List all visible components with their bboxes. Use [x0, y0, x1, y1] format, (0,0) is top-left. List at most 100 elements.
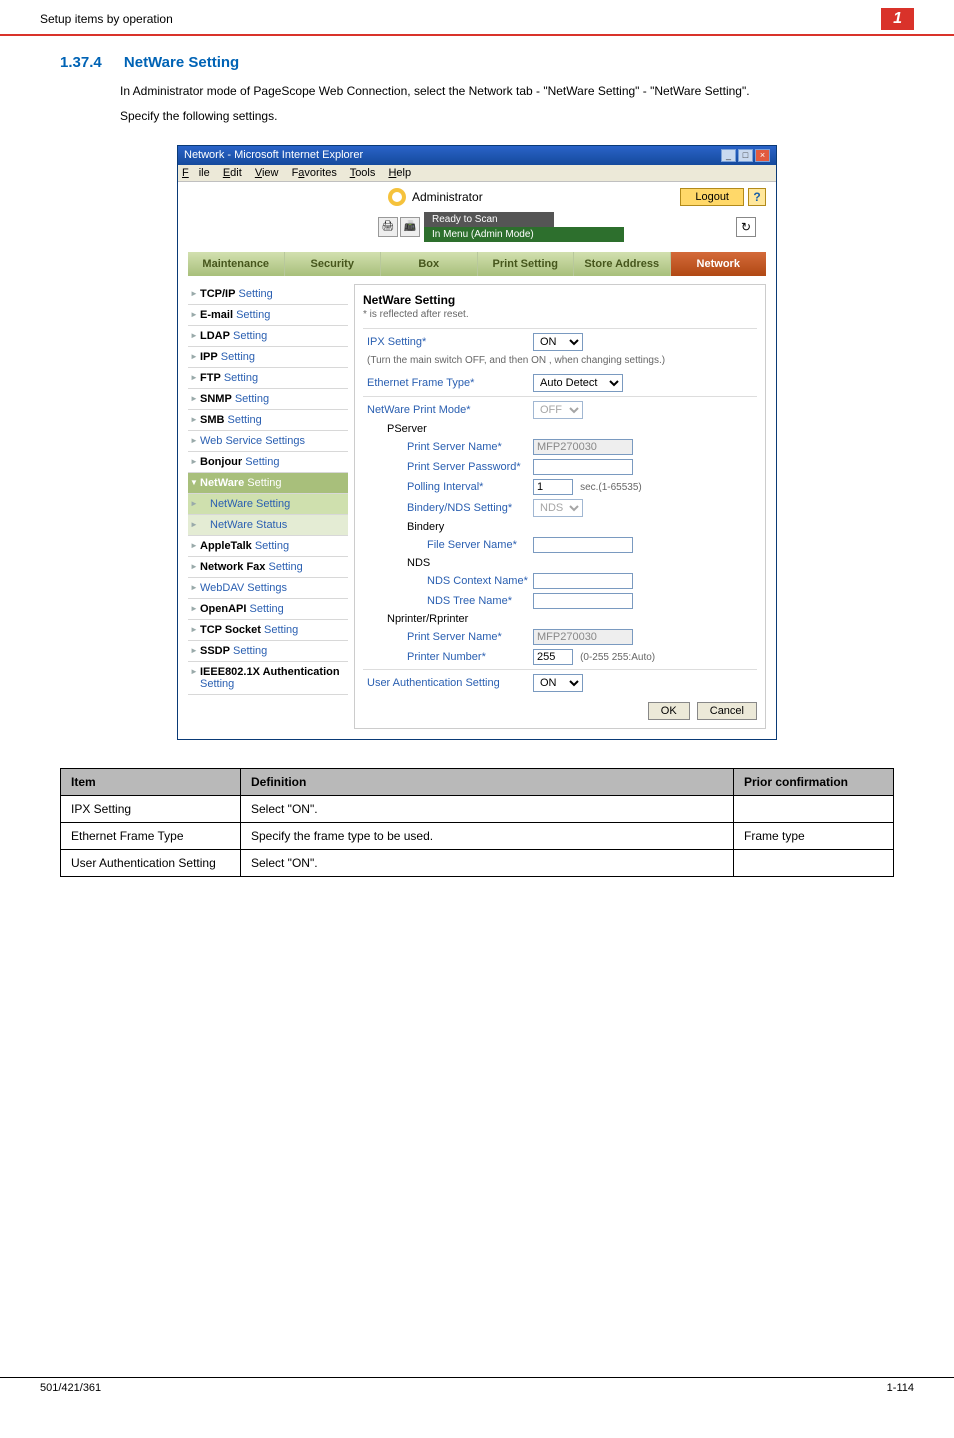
fsn-input[interactable] [533, 537, 633, 553]
nav-snmp[interactable]: SNMP Setting [188, 389, 348, 410]
maximize-button[interactable]: □ [738, 149, 753, 162]
ok-button[interactable]: OK [648, 702, 690, 720]
npm-select[interactable]: OFF [533, 401, 583, 419]
status-row: 🖨 📠 Ready to Scan In Menu (Admin Mode) ↻ [378, 212, 766, 242]
pnum-hint: (0-255 255:Auto) [580, 652, 655, 663]
uas-select[interactable]: ON [533, 674, 583, 692]
nav-ssdp[interactable]: SSDP Setting [188, 641, 348, 662]
app-content: Administrator Logout ? 🖨 📠 Ready to Scan… [178, 182, 776, 729]
menu-tools[interactable]: Tools [350, 167, 376, 179]
def-th-prior: Prior confirmation [734, 768, 894, 795]
nav-ftp[interactable]: FTP Setting [188, 368, 348, 389]
intro-paragraph-2: Specify the following settings. [0, 104, 954, 129]
nav-ftp-b: Setting [224, 372, 258, 384]
def-th-definition: Definition [241, 768, 734, 795]
nav-netware-status[interactable]: NetWare Status [188, 515, 348, 536]
nav-smb[interactable]: SMB Setting [188, 410, 348, 431]
section-name: NetWare Setting [124, 54, 239, 71]
pnum-label: Printer Number* [363, 651, 533, 663]
ready-scan-label: Ready to Scan [424, 212, 554, 227]
nav-netware[interactable]: NetWare Setting [188, 473, 348, 494]
nav-email[interactable]: E-mail Setting [188, 305, 348, 326]
ndscn-input[interactable] [533, 573, 633, 589]
nav-smb-a: SMB [200, 414, 224, 426]
def-cell-prior [734, 795, 894, 822]
nav-tcpsocket[interactable]: TCP Socket Setting [188, 620, 348, 641]
nav-ssdp-a: SSDP [200, 645, 230, 657]
def-cell-item: Ethernet Frame Type [61, 822, 241, 849]
ndstn-input[interactable] [533, 593, 633, 609]
nav-openapi[interactable]: OpenAPI Setting [188, 599, 348, 620]
tab-network[interactable]: Network [671, 252, 767, 276]
npm-label: NetWare Print Mode* [363, 404, 533, 416]
printer-status-icon: 🖨 [378, 217, 398, 237]
def-row: Ethernet Frame Type Specify the frame ty… [61, 822, 894, 849]
nav-networkfax[interactable]: Network Fax Setting [188, 557, 348, 578]
work-area: TCP/IP Setting E-mail Setting LDAP Setti… [188, 284, 766, 729]
nav-smb-b: Setting [228, 414, 262, 426]
nav-netware-setting[interactable]: NetWare Setting [188, 494, 348, 515]
nav-networkfax-a: Network Fax [200, 561, 265, 573]
nav-ieee8021x[interactable]: IEEE802.1X Authentication Setting [188, 662, 348, 695]
bns-label: Bindery/NDS Setting* [363, 502, 533, 514]
nds-label: NDS [363, 557, 533, 569]
nav-ipp[interactable]: IPP Setting [188, 347, 348, 368]
nav-bonjour-b: Setting [245, 456, 279, 468]
def-cell-prior: Frame type [734, 822, 894, 849]
def-cell-item: User Authentication Setting [61, 849, 241, 876]
window-controls: _ □ × [721, 149, 770, 162]
nav-openapi-b: Setting [250, 603, 284, 615]
minimize-button[interactable]: _ [721, 149, 736, 162]
nav-webdav[interactable]: WebDAV Settings [188, 578, 348, 599]
menu-edit[interactable]: Edit [223, 167, 242, 179]
nav-netware-setting-label: NetWare Setting [210, 498, 290, 510]
ipx-hint: (Turn the main switch OFF, and then ON ,… [363, 353, 757, 372]
nav-snmp-a: SNMP [200, 393, 232, 405]
cancel-button[interactable]: Cancel [697, 702, 757, 720]
nav-netware-a: NetWare [200, 477, 244, 489]
definition-table: Item Definition Prior confirmation IPX S… [60, 768, 894, 877]
bns-select[interactable]: NDS [533, 499, 583, 517]
bindery-label: Bindery [363, 521, 533, 533]
psn2-label: Print Server Name* [363, 631, 533, 643]
menu-file[interactable]: File [182, 167, 210, 179]
menu-help[interactable]: Help [388, 167, 411, 179]
pserver-label: PServer [363, 423, 533, 435]
psp-input[interactable] [533, 459, 633, 475]
content-panel: NetWare Setting * is reflected after res… [354, 284, 766, 729]
eft-select[interactable]: Auto Detect [533, 374, 623, 392]
tab-print-setting[interactable]: Print Setting [478, 252, 575, 276]
nav-appletalk[interactable]: AppleTalk Setting [188, 536, 348, 557]
tab-maintenance[interactable]: Maintenance [188, 252, 285, 276]
poll-input[interactable] [533, 479, 573, 495]
ipx-label: IPX Setting* [363, 336, 533, 348]
tab-store-address[interactable]: Store Address [574, 252, 671, 276]
panel-note: * is reflected after reset. [363, 309, 757, 320]
nav-webservice[interactable]: Web Service Settings [188, 431, 348, 452]
nav-tcpip-a: TCP/IP [200, 288, 235, 300]
in-menu-label: In Menu (Admin Mode) [424, 227, 624, 242]
ipx-select[interactable]: ON [533, 333, 583, 351]
pnum-input[interactable] [533, 649, 573, 665]
sidebar: TCP/IP Setting E-mail Setting LDAP Setti… [188, 284, 348, 729]
nav-bonjour[interactable]: Bonjour Setting [188, 452, 348, 473]
help-button[interactable]: ? [748, 188, 766, 206]
menu-favorites[interactable]: Favorites [292, 167, 337, 179]
psn-input[interactable] [533, 439, 633, 455]
doc-header: Setup items by operation 1 [0, 0, 954, 36]
reload-button[interactable]: ↻ [736, 217, 756, 237]
menu-view[interactable]: View [255, 167, 279, 179]
window-titlebar: Network - Microsoft Internet Explorer _ … [178, 146, 776, 165]
close-button[interactable]: × [755, 149, 770, 162]
nav-ipp-b: Setting [221, 351, 255, 363]
poll-label: Polling Interval* [363, 481, 533, 493]
nav-tcpip[interactable]: TCP/IP Setting [188, 284, 348, 305]
poll-unit: sec.(1-65535) [580, 482, 642, 493]
logout-button[interactable]: Logout [680, 188, 744, 206]
browser-menubar[interactable]: File Edit View Favorites Tools Help [178, 165, 776, 182]
psn2-input[interactable] [533, 629, 633, 645]
nav-ldap[interactable]: LDAP Setting [188, 326, 348, 347]
nav-tcpsocket-a: TCP Socket [200, 624, 261, 636]
tab-security[interactable]: Security [285, 252, 382, 276]
tab-box[interactable]: Box [381, 252, 478, 276]
